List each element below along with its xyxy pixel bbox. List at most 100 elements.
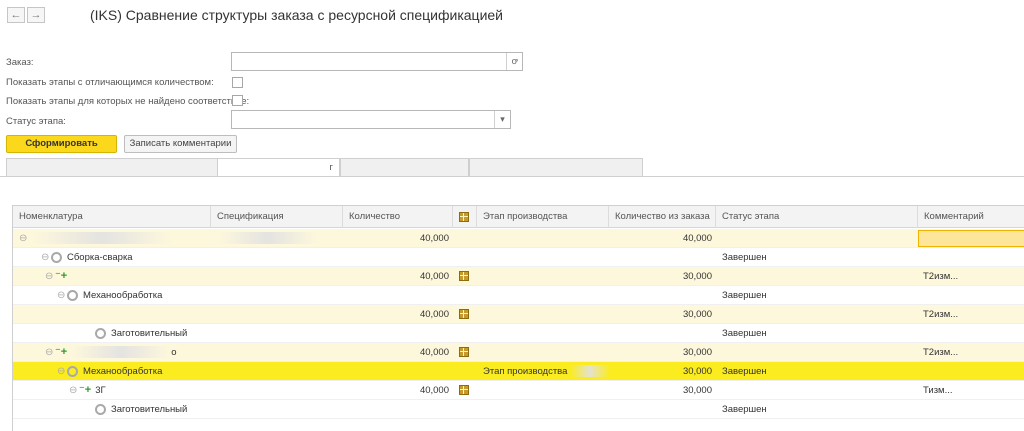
grid-icon	[459, 347, 469, 357]
name-text: Механообработка	[83, 366, 163, 377]
chevron-down-icon[interactable]: ▾	[494, 111, 510, 128]
comment-cell: Т2изм...	[923, 271, 959, 282]
tree-cell: ⊖ Механообработка	[57, 362, 211, 381]
order-field[interactable]: ꝍ	[231, 52, 523, 71]
comment-cell: Т2изм...	[923, 347, 959, 358]
status-cell: Завершен	[722, 328, 767, 339]
col-spec[interactable]: Спецификация	[211, 206, 343, 228]
diff-icon: ⁻+	[79, 384, 92, 396]
col-stage[interactable]: Этап производства	[477, 206, 609, 228]
collapse-icon[interactable]: ⊖	[45, 267, 55, 286]
name-text: Сборка-сварка	[67, 252, 133, 263]
save-comments-button[interactable]: Записать комментарии	[124, 135, 237, 153]
col-nomenclature[interactable]: Номенклатура	[13, 206, 211, 228]
show-nomatch-checkbox[interactable]	[232, 95, 243, 106]
tree-cell: ⊖ ⁻+ 3Г	[69, 381, 211, 400]
generate-button[interactable]: Сформировать	[6, 135, 117, 153]
diff-icon: ⁻+	[55, 270, 68, 282]
order-qty-cell: 30,000	[682, 366, 712, 377]
redacted-stage	[570, 365, 609, 378]
tab-divider	[0, 176, 1024, 177]
gear-icon	[67, 365, 78, 377]
redacted-name	[31, 232, 172, 245]
redacted-name	[71, 346, 172, 359]
grid-icon	[459, 385, 469, 395]
status-cell: Завершен	[722, 290, 767, 301]
col-qty[interactable]: Количество	[343, 206, 453, 228]
tree-cell: Заготовительный	[95, 400, 211, 419]
table-row[interactable]: ⊖ ⁻+ о 40,000 30,000 Т2изм...	[13, 343, 1024, 362]
table-row[interactable]: ⊖ Сборка-сварка Завершен	[13, 248, 1024, 267]
col-icon[interactable]	[453, 206, 477, 228]
name-text: о	[171, 347, 177, 358]
tree-cell: ⊖ ⁻+ о	[45, 343, 211, 362]
table-row[interactable]: ⊖ ⁻+ 40,000 30,000 Т2изм...	[13, 267, 1024, 286]
diff-icon: ⁻+	[55, 346, 68, 358]
tab-3[interactable]	[340, 158, 469, 177]
tab-1[interactable]	[6, 158, 218, 177]
table-row[interactable]: ⊖ 40,000 40,000	[13, 229, 1024, 248]
order-qty-cell: 30,000	[682, 385, 712, 396]
order-qty-cell: 30,000	[682, 309, 712, 320]
gear-icon	[95, 327, 106, 339]
qty-cell: 40,000	[419, 233, 449, 244]
qty-cell: 40,000	[419, 309, 449, 320]
order-qty-cell: 30,000	[682, 271, 712, 282]
tab-2[interactable]: г	[217, 158, 340, 177]
gear-icon	[51, 251, 62, 263]
forward-button[interactable]: →	[27, 7, 45, 23]
stage-cell: Этап производства	[483, 362, 609, 381]
grid-icon	[459, 271, 469, 281]
order-label: Заказ:	[6, 57, 34, 68]
order-qty-cell: 40,000	[682, 233, 712, 244]
table-row[interactable]: 40,000 30,000 Т2изм...	[13, 305, 1024, 324]
qty-cell: 40,000	[419, 385, 449, 396]
tree-cell	[19, 305, 209, 324]
open-icon[interactable]: ꝍ	[506, 53, 522, 70]
collapse-icon[interactable]: ⊖	[57, 286, 67, 305]
grid-icon	[459, 309, 469, 319]
collapse-icon[interactable]: ⊖	[69, 381, 79, 400]
tree-cell: Заготовительный	[95, 324, 211, 343]
gear-icon	[67, 289, 78, 301]
name-text: 3Г	[95, 385, 106, 396]
collapse-icon[interactable]: ⊖	[57, 362, 67, 381]
page-title: (IKS) Сравнение структуры заказа с ресур…	[90, 7, 504, 23]
spec-cell	[218, 229, 338, 248]
table-row-selected[interactable]: ⊖ Механообработка Этап производства 30,00…	[13, 362, 1024, 381]
status-cell: Завершен	[722, 252, 767, 263]
col-status[interactable]: Статус этапа	[716, 206, 918, 228]
name-text: Заготовительный	[111, 328, 188, 339]
collapse-icon[interactable]: ⊖	[45, 343, 55, 362]
comparison-table: Номенклатура Спецификация Количество Эта…	[12, 205, 1024, 431]
qty-cell: 40,000	[419, 347, 449, 358]
order-value	[232, 55, 236, 67]
col-order-qty[interactable]: Количество из заказа	[609, 206, 716, 228]
show-diff-label: Показать этапы с отличающимся количество…	[6, 77, 214, 88]
tree-cell: ⊖ Сборка-сварка	[41, 248, 211, 267]
stage-status-select[interactable]: ▾	[231, 110, 511, 129]
collapse-icon[interactable]: ⊖	[19, 229, 29, 248]
table-row[interactable]: ⊖ Механообработка Завершен	[13, 286, 1024, 305]
tree-cell: ⊖ ⁻+	[45, 267, 211, 286]
redacted-spec	[218, 232, 318, 245]
table-row[interactable]: Заготовительный Завершен	[13, 324, 1024, 343]
table-row[interactable]: ⊖ ⁻+ 3Г 40,000 30,000 Тизм...	[13, 381, 1024, 400]
stage-status-label: Статус этапа:	[6, 116, 66, 127]
stage-text: Этап производства	[483, 366, 568, 377]
back-button[interactable]: ←	[7, 7, 25, 23]
tab-4[interactable]	[469, 158, 643, 177]
tree-cell: ⊖ Механообработка	[57, 286, 211, 305]
table-header: Номенклатура Спецификация Количество Эта…	[13, 206, 1024, 228]
collapse-icon[interactable]: ⊖	[41, 248, 51, 267]
table-row[interactable]: Заготовительный Завершен	[13, 400, 1024, 419]
qty-cell: 40,000	[419, 271, 449, 282]
name-text: Заготовительный	[111, 404, 188, 415]
status-cell: Завершен	[722, 366, 767, 377]
col-comment[interactable]: Комментарий	[918, 206, 1024, 228]
show-diff-checkbox[interactable]	[232, 77, 243, 88]
comment-input[interactable]	[918, 230, 1024, 247]
show-nomatch-label: Показать этапы для которых не найдено со…	[6, 96, 250, 107]
tree-cell: ⊖	[19, 229, 209, 248]
gear-icon	[95, 403, 106, 415]
